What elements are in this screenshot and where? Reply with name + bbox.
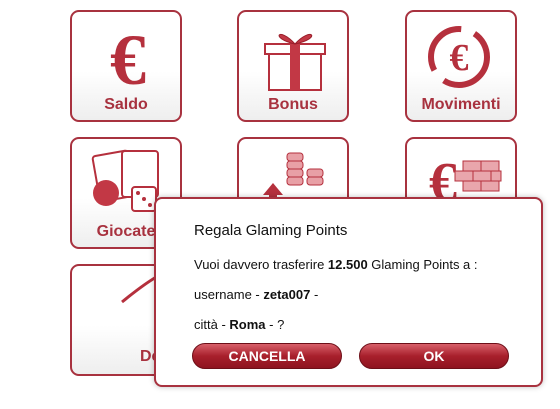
cancel-button[interactable]: CANCELLA: [192, 343, 342, 369]
points-value: 12.500: [327, 257, 368, 272]
tile-saldo[interactable]: € Saldo: [70, 10, 182, 122]
tile-bonus[interactable]: Bonus: [237, 10, 349, 122]
transfer-prefix: Vuoi davvero trasferire: [194, 257, 328, 272]
dialog-title: Regala Glaming Points: [194, 222, 348, 239]
username-suffix: -: [310, 287, 319, 302]
gift-points-dialog: Regala Glaming Points Vuoi davvero trasf…: [154, 197, 543, 387]
svg-text:€: €: [110, 20, 146, 100]
transfer-suffix: Glaming Points a :: [367, 257, 478, 272]
ok-button[interactable]: OK: [359, 343, 509, 369]
city-suffix: - ?: [265, 317, 285, 332]
username-line: username - zeta007 -: [194, 287, 318, 302]
svg-text:€: €: [450, 37, 469, 79]
tile-label: Bonus: [268, 96, 318, 113]
transfer-message: Vuoi davvero trasferire 12.500 Glaming P…: [194, 257, 478, 272]
city-value: Roma: [229, 317, 266, 332]
tile-label: Movimenti: [421, 96, 501, 113]
tile-label: Saldo: [104, 96, 148, 113]
city-label: città -: [194, 317, 230, 332]
username-label: username -: [194, 287, 264, 302]
city-line: città - Roma - ?: [194, 317, 284, 332]
username-value: zeta007: [263, 287, 311, 302]
tile-movimenti[interactable]: € Movimenti: [405, 10, 517, 122]
